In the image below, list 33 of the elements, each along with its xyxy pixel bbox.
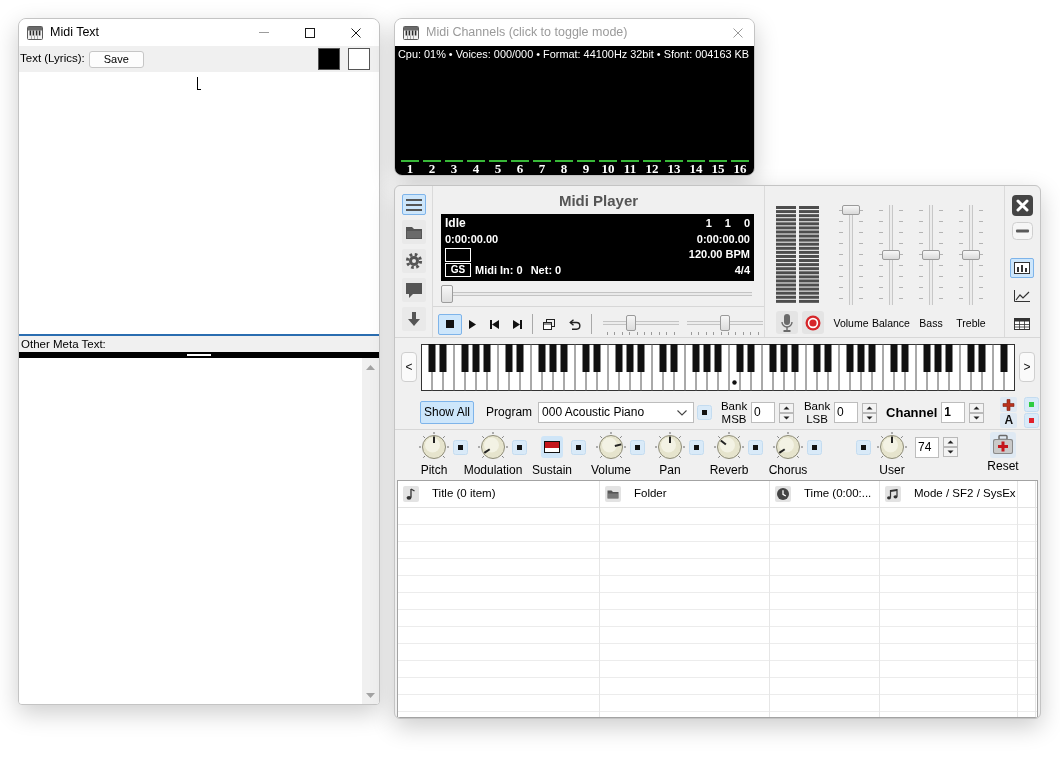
position-value: 1 (705, 216, 712, 231)
slider-label: Balance (872, 317, 910, 330)
window-title: Midi Text (50, 25, 100, 40)
net-text: Net: 0 (530, 262, 562, 278)
slider-label: Volume (833, 317, 869, 330)
lyrics-label: Text (Lyrics): (20, 52, 85, 66)
window-title: Midi Player (557, 191, 640, 211)
total-time: 0:00:00.00 (696, 231, 750, 247)
control-label: Modulation (463, 463, 523, 478)
control-label: Volume (591, 463, 631, 478)
position-value: 1 (724, 216, 731, 231)
mode-badge: GS (445, 263, 471, 278)
position-value: 0 (743, 216, 750, 231)
tempo-text: 120.00 BPM (688, 247, 750, 262)
channel-label: Channel (886, 404, 938, 421)
midi-in-text: Midi In: 0 (475, 262, 523, 278)
bank-msb-label: Bank MSB (719, 399, 749, 426)
window-title: Midi Channels (click to toggle mode) (426, 25, 628, 40)
slider-label: Treble (956, 317, 986, 330)
control-label: Pitch (420, 463, 448, 478)
control-label: User (879, 463, 905, 478)
control-label: Reverb (709, 463, 749, 478)
slider-label: Bass (919, 317, 943, 330)
other-meta-label: Other Meta Text: (21, 338, 106, 350)
status-text: Cpu: 01% • Voices: 000/000 • Format: 44100Hz 32bit • Sfont: 004163 KB (397, 47, 751, 62)
elapsed-time: 0:00:00.00 (445, 231, 499, 247)
bank-lsb-label: Bank LSB (802, 399, 832, 426)
control-label: Sustain (532, 463, 572, 478)
program-label: Program (485, 405, 533, 420)
control-label: Pan (659, 463, 681, 478)
time-signature: 4/4 (734, 262, 750, 278)
status-text: Idle (445, 216, 466, 232)
control-label: Chorus (768, 463, 808, 478)
